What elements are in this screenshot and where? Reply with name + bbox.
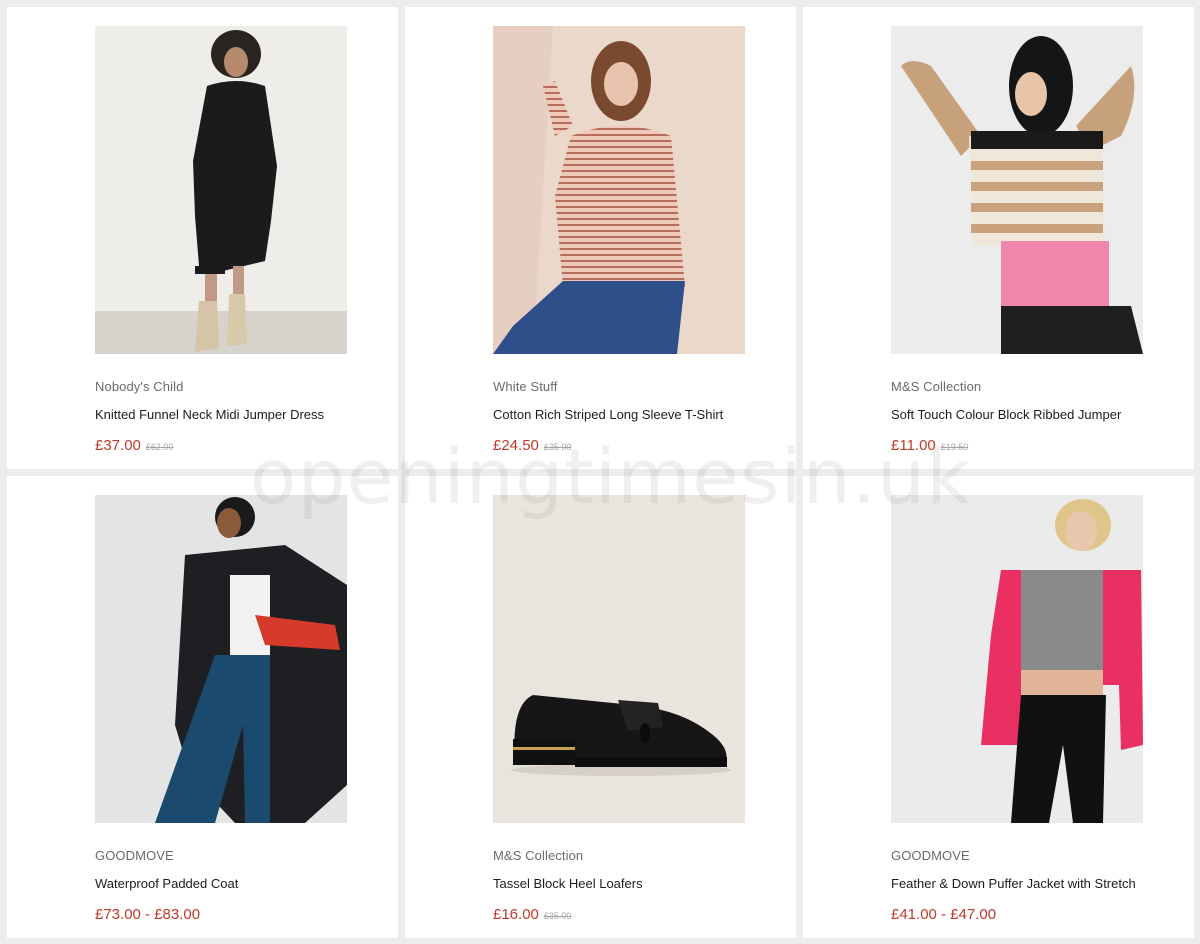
product-image-dress <box>95 26 347 354</box>
product-card[interactable]: White Stuff Cotton Rich Striped Long Sle… <box>405 7 796 469</box>
product-image-loafers <box>493 495 745 823</box>
product-image[interactable] <box>95 495 347 823</box>
product-card[interactable]: GOODMOVE Feather & Down Puffer Jacket wi… <box>803 476 1194 938</box>
product-card[interactable]: GOODMOVE Waterproof Padded Coat £73.00 -… <box>7 476 398 938</box>
product-prices: £24.50 £35.00 <box>493 437 571 455</box>
product-price: £41.00 - £47.00 <box>891 906 997 923</box>
product-grid: Nobody's Child Knitted Funnel Neck Midi … <box>0 0 1200 944</box>
product-brand: M&S Collection <box>493 848 584 863</box>
product-prices: £73.00 - £83.00 <box>95 906 205 924</box>
product-prices: £11.00 £19.50 <box>891 437 968 455</box>
product-image[interactable] <box>493 26 745 354</box>
product-was-price: £62.00 <box>145 442 174 452</box>
product-was-price: £35.00 <box>543 911 572 921</box>
product-was-price: £35.00 <box>543 442 572 452</box>
product-price: £24.50 <box>493 437 539 454</box>
product-was-price: £19.50 <box>940 442 969 452</box>
product-price: £16.00 <box>493 906 539 923</box>
product-brand: White Stuff <box>493 379 558 394</box>
product-title[interactable]: Knitted Funnel Neck Midi Jumper Dress <box>95 407 324 422</box>
product-title[interactable]: Waterproof Padded Coat <box>95 876 238 891</box>
product-brand: GOODMOVE <box>891 848 970 863</box>
product-image-striped-tshirt <box>493 26 745 354</box>
product-title[interactable]: Feather & Down Puffer Jacket with Stretc… <box>891 876 1136 891</box>
product-image[interactable] <box>891 495 1143 823</box>
product-brand: Nobody's Child <box>95 379 184 394</box>
product-image[interactable] <box>493 495 745 823</box>
product-prices: £41.00 - £47.00 <box>891 906 1001 924</box>
product-image[interactable] <box>95 26 347 354</box>
product-title[interactable]: Soft Touch Colour Block Ribbed Jumper <box>891 407 1121 422</box>
product-image[interactable] <box>891 26 1143 354</box>
product-price: £73.00 - £83.00 <box>95 906 201 923</box>
product-image-padded-coat <box>95 495 347 823</box>
product-card[interactable]: M&S Collection Soft Touch Colour Block R… <box>803 7 1194 469</box>
product-prices: £37.00 £62.00 <box>95 437 173 455</box>
product-title[interactable]: Tassel Block Heel Loafers <box>493 876 643 891</box>
product-title[interactable]: Cotton Rich Striped Long Sleeve T-Shirt <box>493 407 723 422</box>
product-card[interactable]: M&S Collection Tassel Block Heel Loafers… <box>405 476 796 938</box>
product-price: £11.00 <box>891 437 936 454</box>
product-image-puffer-jacket <box>891 495 1143 823</box>
product-brand: GOODMOVE <box>95 848 174 863</box>
product-prices: £16.00 £35.00 <box>493 906 571 924</box>
product-price: £37.00 <box>95 437 141 454</box>
product-card[interactable]: Nobody's Child Knitted Funnel Neck Midi … <box>7 7 398 469</box>
product-brand: M&S Collection <box>891 379 982 394</box>
product-image-colour-block-jumper <box>891 26 1143 354</box>
